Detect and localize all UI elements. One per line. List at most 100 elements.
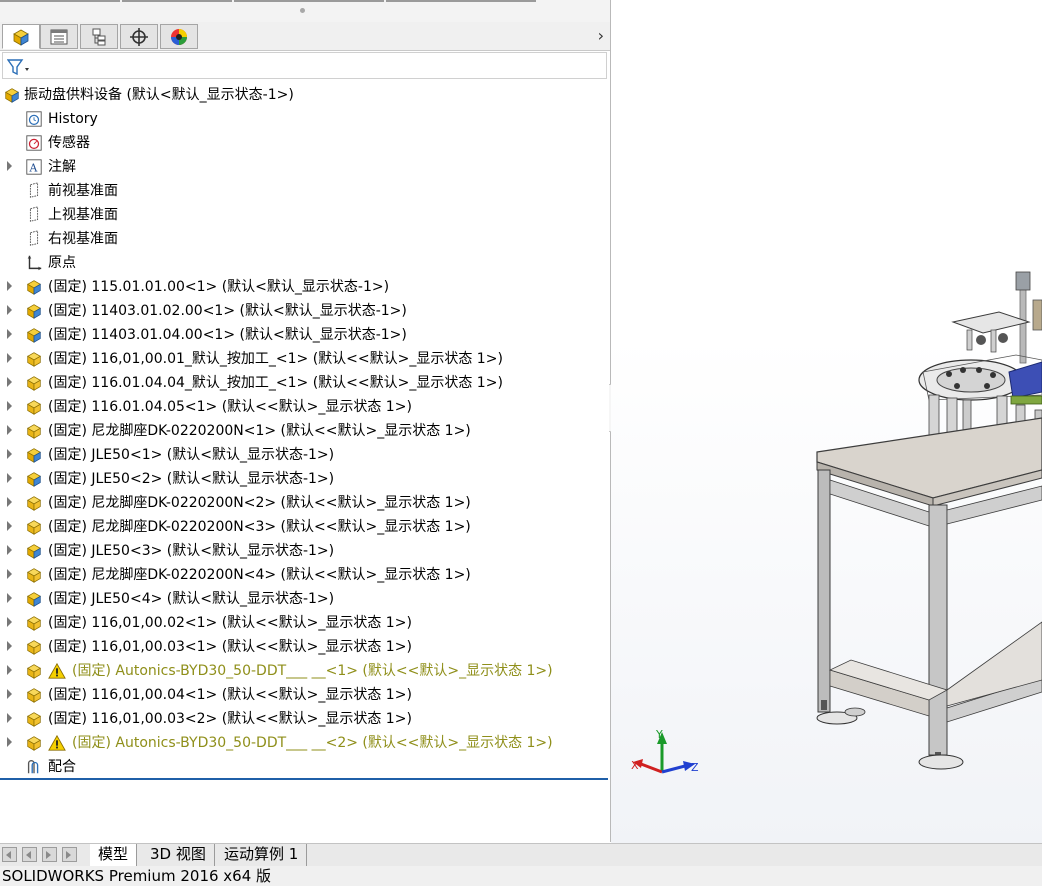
tree-item-label: 原点: [48, 255, 76, 271]
assembly-model-view[interactable]: Y X Z: [611, 0, 1042, 844]
tree-item[interactable]: 前视基准面: [0, 179, 600, 203]
feature-manager-panel: › 振动盘供料设备 (默认<默认_显示状态-1>) History 传感器 A 注解前…: [0, 0, 611, 842]
tree-item[interactable]: 原点: [0, 251, 600, 275]
panel-tab-bar: ›: [0, 22, 610, 51]
tree-item[interactable]: (固定) 116,01,00.02<1> (默认<<默认>_显示状态 1>): [0, 611, 600, 635]
graphics-area[interactable]: Y X Z: [611, 0, 1042, 844]
tab-motion-study[interactable]: 运动算例 1: [216, 844, 308, 866]
tree-item[interactable]: (固定) JLE50<4> (默认<默认_显示状态-1>): [0, 587, 600, 611]
part-icon: [26, 424, 42, 439]
tree-item-label: (固定) 116,01,00.01_默认_按加工_<1> (默认<<默认>_显示…: [48, 351, 503, 367]
expand-arrow-icon[interactable]: [7, 641, 12, 651]
part-icon: [26, 712, 42, 727]
tab-3d-view[interactable]: 3D 视图: [142, 844, 215, 866]
expand-arrow-icon[interactable]: [7, 713, 12, 723]
part-icon: [26, 496, 42, 511]
expand-arrow-icon[interactable]: [7, 545, 12, 555]
tree-item[interactable]: (固定) 116,01,00.04<1> (默认<<默认>_显示状态 1>): [0, 683, 600, 707]
tree-item[interactable]: (固定) 尼龙脚座DK-0220200N<4> (默认<<默认>_显示状态 1>…: [0, 563, 600, 587]
property-manager-tab[interactable]: [40, 24, 78, 49]
mates-icon: [27, 760, 39, 774]
tree-item-label: (固定) JLE50<4> (默认<默认_显示状态-1>): [48, 591, 335, 607]
tree-item-label: (固定) 尼龙脚座DK-0220200N<4> (默认<<默认>_显示状态 1>…: [48, 567, 471, 583]
feature-manager-tab[interactable]: [2, 24, 40, 49]
tree-item-mates[interactable]: 配合: [0, 755, 600, 779]
tree-item[interactable]: (固定) 116.01.04.05<1> (默认<<默认>_显示状态 1>): [0, 395, 600, 419]
prev-tab-button[interactable]: [22, 847, 37, 862]
tree-item[interactable]: (固定) 尼龙脚座DK-0220200N<3> (默认<<默认>_显示状态 1>…: [0, 515, 600, 539]
tree-item[interactable]: 传感器: [0, 131, 600, 155]
tree-item[interactable]: History: [0, 107, 600, 131]
tree-item[interactable]: (固定) 11403.01.02.00<1> (默认<默认_显示状态-1>): [0, 299, 600, 323]
chevron-right-icon[interactable]: ›: [598, 26, 604, 45]
tree-item[interactable]: (固定) 116,01,00.03<2> (默认<<默认>_显示状态 1>): [0, 707, 600, 731]
expand-arrow-icon[interactable]: [7, 425, 12, 435]
expand-arrow-icon[interactable]: [7, 737, 12, 747]
configuration-manager-icon: [92, 28, 106, 45]
tab-model[interactable]: 模型: [90, 844, 138, 866]
warning-icon: [48, 734, 66, 751]
configuration-manager-tab[interactable]: [80, 24, 118, 49]
subassembly-icon: [26, 448, 42, 463]
expand-arrow-icon[interactable]: [7, 473, 12, 483]
expand-arrow-icon[interactable]: [7, 449, 12, 459]
expand-arrow-icon[interactable]: [7, 617, 12, 627]
part-icon: [26, 664, 42, 679]
tree-item[interactable]: (固定) 115.01.01.00<1> (默认<默认_显示状态-1>): [0, 275, 600, 299]
tree-item[interactable]: A 注解: [0, 155, 600, 179]
tree-item[interactable]: (固定) JLE50<2> (默认<默认_显示状态-1>): [0, 467, 600, 491]
tree-item-label: (固定) 116.01.04.05<1> (默认<<默认>_显示状态 1>): [48, 399, 412, 415]
expand-arrow-icon[interactable]: [7, 569, 12, 579]
tree-item-label: (固定) 尼龙脚座DK-0220200N<3> (默认<<默认>_显示状态 1>…: [48, 519, 471, 535]
subassembly-icon: [26, 544, 42, 559]
tree-item-label: (固定) 11403.01.02.00<1> (默认<默认_显示状态-1>): [48, 303, 407, 319]
tree-item-label: (固定) 116.01.04.04_默认_按加工_<1> (默认<<默认>_显示…: [48, 375, 503, 391]
bottom-tab-bar: 模型 3D 视图 运动算例 1: [0, 843, 1042, 867]
expand-arrow-icon[interactable]: [7, 161, 12, 171]
tree-item-label: 右视基准面: [48, 231, 118, 247]
expand-arrow-icon[interactable]: [7, 329, 12, 339]
expand-arrow-icon[interactable]: [7, 401, 12, 411]
property-manager-icon: [50, 29, 68, 44]
filter-icon[interactable]: [7, 58, 31, 76]
panel-top-strip: [0, 0, 610, 23]
display-manager-tab[interactable]: [160, 24, 198, 49]
tree-item[interactable]: (固定) 116.01.04.04_默认_按加工_<1> (默认<<默认>_显示…: [0, 371, 600, 395]
subassembly-icon: [26, 280, 42, 295]
resize-grip[interactable]: [300, 8, 305, 13]
axis-triad: Y X Z: [631, 728, 699, 774]
tree-item[interactable]: (固定) 116,01,00.01_默认_按加工_<1> (默认<<默认>_显示…: [0, 347, 600, 371]
tree-root[interactable]: 振动盘供料设备 (默认<默认_显示状态-1>): [0, 83, 600, 107]
tree-item[interactable]: (固定) Autonics-BYD30_50-DDT___ __<1> (默认<…: [0, 659, 600, 683]
expand-arrow-icon[interactable]: [7, 521, 12, 531]
dimxpert-manager-tab[interactable]: [120, 24, 158, 49]
sensor-icon: [26, 135, 42, 151]
tree-item[interactable]: (固定) 尼龙脚座DK-0220200N<2> (默认<<默认>_显示状态 1>…: [0, 491, 600, 515]
tree-item[interactable]: 上视基准面: [0, 203, 600, 227]
subassembly-icon: [26, 592, 42, 607]
tree-item-label: 注解: [48, 159, 76, 175]
expand-arrow-icon[interactable]: [7, 353, 12, 363]
tree-item[interactable]: (固定) 尼龙脚座DK-0220200N<1> (默认<<默认>_显示状态 1>…: [0, 419, 600, 443]
last-tab-button[interactable]: [62, 847, 77, 862]
expand-arrow-icon[interactable]: [7, 665, 12, 675]
expand-arrow-icon[interactable]: [7, 377, 12, 387]
tree-filter[interactable]: [2, 52, 607, 79]
tree-item-label: (固定) Autonics-BYD30_50-DDT___ __<2> (默认<…: [72, 735, 553, 751]
first-tab-button[interactable]: [2, 847, 17, 862]
next-tab-button[interactable]: [42, 847, 57, 862]
expand-arrow-icon[interactable]: [7, 281, 12, 291]
part-icon: [26, 688, 42, 703]
expand-arrow-icon[interactable]: [7, 593, 12, 603]
tree-item-label: (固定) 11403.01.04.00<1> (默认<默认_显示状态-1>): [48, 327, 407, 343]
tree-item[interactable]: (固定) 11403.01.04.00<1> (默认<默认_显示状态-1>): [0, 323, 600, 347]
expand-arrow-icon[interactable]: [7, 305, 12, 315]
tree-item[interactable]: 右视基准面: [0, 227, 600, 251]
annotation-icon: A: [26, 159, 42, 175]
tree-item[interactable]: (固定) JLE50<1> (默认<默认_显示状态-1>): [0, 443, 600, 467]
tree-item[interactable]: (固定) JLE50<3> (默认<默认_显示状态-1>): [0, 539, 600, 563]
tree-item[interactable]: (固定) 116,01,00.03<1> (默认<<默认>_显示状态 1>): [0, 635, 600, 659]
expand-arrow-icon[interactable]: [7, 497, 12, 507]
tree-item[interactable]: (固定) Autonics-BYD30_50-DDT___ __<2> (默认<…: [0, 731, 600, 755]
expand-arrow-icon[interactable]: [7, 689, 12, 699]
